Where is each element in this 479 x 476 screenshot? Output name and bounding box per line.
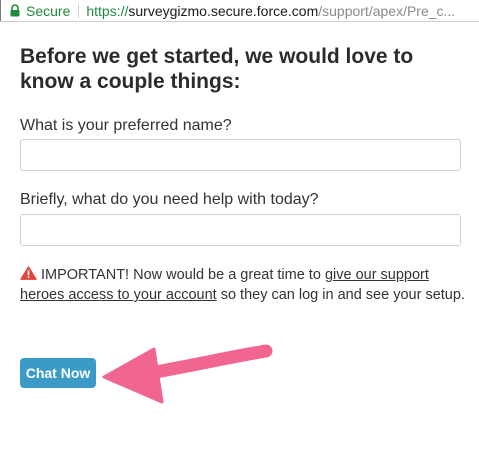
lock-icon [9,4,21,17]
warning-icon [20,266,37,280]
pre-chat-form: Before we get started, we would love to … [20,44,465,303]
notice-suffix: so they can log in and see your setup. [216,287,465,303]
help-label: Briefly, what do you need help with toda… [20,191,319,208]
address-bar[interactable]: Secure https://surveygizmo.secure.force.… [0,0,479,22]
url-host: surveygizmo.secure.force.com [128,2,319,19]
page-title: Before we get started, we would love to … [20,45,414,93]
secure-label: Secure [26,2,71,19]
url-scheme: https:// [86,2,129,19]
name-label: What is your preferred name? [20,117,232,134]
notice-prefix: IMPORTANT! Now would be a great time to [41,267,325,283]
url-path: /support/apex/Pre_c... [318,2,456,19]
name-input[interactable] [20,139,461,171]
arrow-left-icon [102,344,273,404]
help-input[interactable] [20,214,461,246]
address-separator [78,3,80,18]
important-notice: IMPORTANT! Now would be a great time to … [20,265,465,305]
chat-now-button[interactable]: Chat Now [20,358,96,388]
window-edge [0,0,1,21]
